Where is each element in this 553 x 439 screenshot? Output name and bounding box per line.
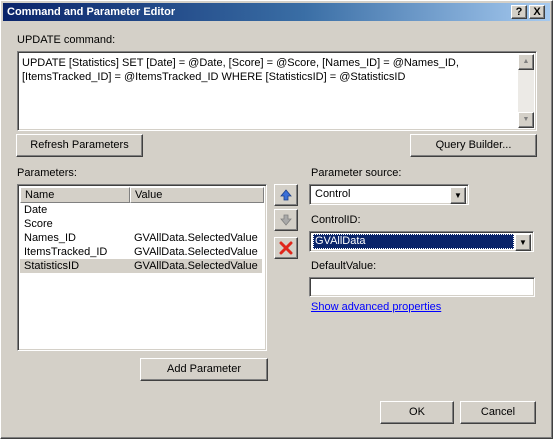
parameter-row-itemstracked-id[interactable]: ItemsTracked_ID GVAllData.SelectedValue xyxy=(20,245,262,259)
parameter-row-statisticsid[interactable]: StatisticsID GVAllData.SelectedValue xyxy=(20,259,262,273)
parameter-value: GVAllData.SelectedValue xyxy=(134,246,258,258)
parameter-value: GVAllData.SelectedValue xyxy=(134,260,258,272)
scroll-up-icon[interactable]: ▲ xyxy=(518,54,534,70)
column-header-value[interactable]: Value xyxy=(130,187,264,203)
column-header-name[interactable]: Name xyxy=(20,187,130,203)
help-button[interactable]: ? xyxy=(511,5,527,19)
parameters-list[interactable]: Name Value Date Score Names_ID GVAllData… xyxy=(17,184,267,351)
add-parameter-button[interactable]: Add Parameter xyxy=(140,358,268,381)
defaultvalue-input[interactable] xyxy=(309,277,535,297)
arrow-down-icon xyxy=(280,214,292,226)
close-button[interactable]: X xyxy=(529,5,545,19)
command-parameter-editor-dialog: Command and Parameter Editor ? X UPDATE … xyxy=(0,0,553,439)
command-scrollbar[interactable]: ▲ ▼ xyxy=(518,54,534,128)
parameter-name: Date xyxy=(24,204,48,216)
scroll-down-icon[interactable]: ▼ xyxy=(518,112,534,128)
window-title: Command and Parameter Editor xyxy=(7,6,176,18)
parameter-name: ItemsTracked_ID xyxy=(24,246,108,258)
controlid-value: GVAllData xyxy=(313,234,514,249)
command-text: UPDATE [Statistics] SET [Date] = @Date, … xyxy=(22,57,459,83)
parameter-name: Names_ID xyxy=(24,232,76,244)
refresh-parameters-button[interactable]: Refresh Parameters xyxy=(16,134,143,157)
parameter-name: StatisticsID xyxy=(24,260,80,272)
parameter-value: GVAllData.SelectedValue xyxy=(134,232,258,244)
parameter-source-value: Control xyxy=(315,188,351,200)
cancel-button[interactable]: Cancel xyxy=(460,401,536,424)
parameters-label: Parameters: xyxy=(17,167,77,179)
parameter-row-date[interactable]: Date xyxy=(20,203,262,217)
defaultvalue-label: DefaultValue: xyxy=(311,260,377,272)
parameter-source-label: Parameter source: xyxy=(311,167,402,179)
command-textarea[interactable]: UPDATE [Statistics] SET [Date] = @Date, … xyxy=(17,51,537,131)
query-builder-button[interactable]: Query Builder... xyxy=(410,134,537,157)
chevron-down-icon[interactable]: ▼ xyxy=(515,234,531,251)
ok-button[interactable]: OK xyxy=(380,401,454,424)
controlid-dropdown[interactable]: GVAllData ▼ xyxy=(309,231,534,252)
parameter-source-dropdown[interactable]: Control ▼ xyxy=(309,184,469,205)
update-command-label: UPDATE command: xyxy=(17,34,116,46)
parameter-row-names-id[interactable]: Names_ID GVAllData.SelectedValue xyxy=(20,231,262,245)
title-bar: Command and Parameter Editor ? X xyxy=(3,3,550,21)
controlid-label: ControlID: xyxy=(311,214,361,226)
delete-parameter-button[interactable] xyxy=(274,237,298,259)
arrow-up-icon xyxy=(280,189,292,201)
parameter-row-score[interactable]: Score xyxy=(20,217,262,231)
delete-x-icon xyxy=(279,241,293,255)
show-advanced-properties-link[interactable]: Show advanced properties xyxy=(311,301,441,313)
parameter-name: Score xyxy=(24,218,53,230)
move-down-button[interactable] xyxy=(274,209,298,231)
chevron-down-icon[interactable]: ▼ xyxy=(450,187,466,204)
move-up-button[interactable] xyxy=(274,184,298,206)
